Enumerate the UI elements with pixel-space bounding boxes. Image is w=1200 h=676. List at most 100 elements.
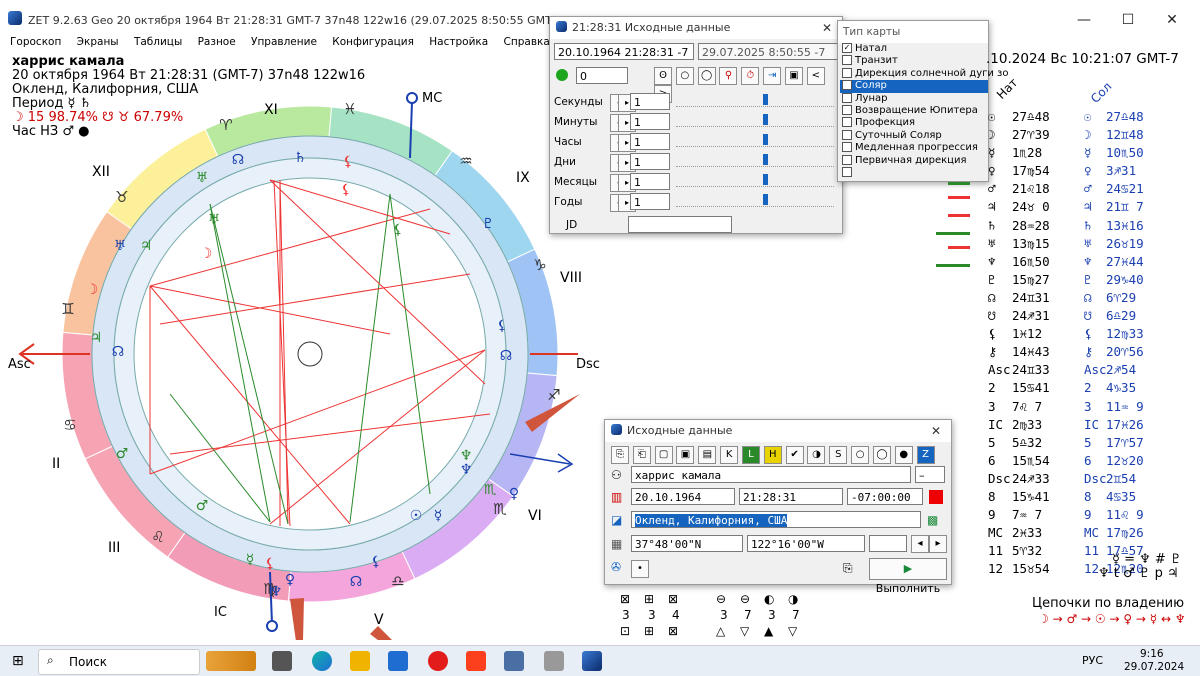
export-icon[interactable]: ⇥ bbox=[763, 67, 782, 85]
menu-config[interactable]: Конфигурация bbox=[332, 36, 414, 48]
save-icon[interactable]: ▣ bbox=[784, 67, 803, 85]
slider-thumb[interactable] bbox=[762, 174, 768, 185]
checkbox-icon[interactable] bbox=[842, 166, 852, 177]
checkbox-icon[interactable] bbox=[842, 104, 852, 115]
paste-icon[interactable]: ⎗ bbox=[632, 446, 651, 464]
longitude-field[interactable]: 122°16'00"W bbox=[747, 535, 865, 552]
save-icon[interactable]: ▣ bbox=[676, 446, 695, 464]
time-field[interactable]: 21:28:31 bbox=[739, 488, 843, 505]
chart-type-option[interactable]: ✓ Натал bbox=[840, 43, 988, 55]
step-slider[interactable] bbox=[676, 134, 834, 147]
date-field[interactable]: 20.10.1964 bbox=[631, 488, 735, 505]
yandex-browser-icon[interactable] bbox=[428, 651, 448, 671]
menu-help[interactable]: Справка bbox=[504, 36, 550, 48]
step-slider[interactable] bbox=[676, 114, 834, 127]
chart-type-option[interactable]: Суточный Соляр bbox=[840, 129, 988, 142]
app-icon[interactable] bbox=[544, 651, 564, 671]
checkbox-icon[interactable] bbox=[842, 142, 852, 153]
explorer-icon[interactable] bbox=[350, 651, 370, 671]
slider-thumb[interactable] bbox=[762, 134, 768, 145]
date2-field[interactable]: 29.07.2025 8:50:55 -7 bbox=[698, 43, 838, 60]
ring-icon[interactable]: ◯ bbox=[872, 446, 891, 464]
menu-horoscope[interactable]: Гороскоп bbox=[10, 36, 61, 48]
execute-button[interactable]: ▶ Выполнить bbox=[869, 558, 947, 595]
counter-field[interactable]: 0 bbox=[576, 67, 628, 84]
chart-type-option[interactable]: Возвращение Юпитера bbox=[840, 104, 988, 117]
copy-small-icon[interactable]: ⎘ bbox=[843, 561, 853, 576]
clock-date[interactable]: 29.07.2024 bbox=[1124, 661, 1184, 673]
menu-screens[interactable]: Экраны bbox=[77, 36, 119, 48]
step-value-field[interactable]: 1 bbox=[630, 133, 670, 150]
new-icon[interactable]: ▢ bbox=[654, 446, 673, 464]
start-icon[interactable]: ⊞ bbox=[12, 653, 24, 669]
step-value-field[interactable]: 1 bbox=[630, 113, 670, 130]
step-value-field[interactable]: 1 bbox=[630, 93, 670, 110]
checkbox-icon[interactable]: ✓ bbox=[842, 43, 852, 53]
point-icon[interactable]: • bbox=[631, 560, 649, 578]
circle-icon[interactable]: ◯ bbox=[697, 67, 716, 85]
chart-type-option[interactable]: Лунар bbox=[840, 92, 988, 105]
step-slider[interactable] bbox=[676, 174, 834, 187]
mail-icon[interactable] bbox=[388, 651, 408, 671]
slider-thumb[interactable] bbox=[762, 114, 768, 125]
slider-thumb[interactable] bbox=[762, 194, 768, 205]
checkbox-icon[interactable] bbox=[842, 67, 852, 78]
checkbox-icon[interactable] bbox=[842, 55, 852, 66]
checkbox-icon[interactable] bbox=[842, 129, 852, 140]
yandex-icon[interactable] bbox=[466, 651, 486, 671]
search-box[interactable]: ⌕ Поиск bbox=[38, 649, 200, 675]
radio-dot-icon[interactable]: ○ bbox=[675, 67, 694, 85]
prev-button[interactable]: < bbox=[806, 67, 825, 85]
chart-type-option[interactable]: ✓ Соляр bbox=[840, 80, 988, 93]
chart-type-option[interactable] bbox=[840, 166, 988, 179]
step-value-field[interactable]: 1 bbox=[630, 173, 670, 190]
jd-field[interactable] bbox=[628, 216, 732, 233]
calendar-icon[interactable]: ⚲ bbox=[719, 67, 738, 85]
step-value-field[interactable]: 1 bbox=[630, 193, 670, 210]
copy-icon[interactable]: ⎘ bbox=[611, 446, 629, 464]
check-icon[interactable]: ✔ bbox=[785, 446, 804, 464]
slider-thumb[interactable] bbox=[762, 94, 768, 105]
table-icon[interactable]: ▤ bbox=[698, 446, 717, 464]
close-panel-button[interactable]: ✕ bbox=[822, 17, 832, 39]
filled-icon[interactable]: ● bbox=[894, 446, 913, 464]
chart-type-option[interactable]: Транзит bbox=[840, 55, 988, 67]
minimize-button[interactable]: — bbox=[1062, 6, 1106, 34]
close-button[interactable]: ✕ bbox=[1150, 6, 1194, 34]
chart-type-option[interactable]: Профекция bbox=[840, 117, 988, 129]
close-input-panel-button[interactable]: ✕ bbox=[931, 420, 941, 442]
horoscope-wheel[interactable]: Asc Dsc MC IC XII XI IX VIII VI V III II… bbox=[0, 60, 620, 640]
l-icon[interactable]: L bbox=[741, 446, 760, 464]
tz-field[interactable]: -07:00:00 bbox=[847, 488, 923, 505]
step-slider[interactable] bbox=[676, 94, 834, 107]
checkbox-icon[interactable]: ✓ bbox=[842, 80, 852, 91]
clock-time[interactable]: 9:16 bbox=[1140, 648, 1164, 660]
date1-field[interactable]: 20.10.1964 21:28:31 -7 bbox=[554, 43, 694, 60]
h-icon[interactable]: H bbox=[763, 446, 782, 464]
decrement-button[interactable]: ◂ bbox=[911, 535, 929, 553]
chart-type-option[interactable]: Дирекция солнечной дуги зо bbox=[840, 67, 1009, 80]
map-icon[interactable]: ▩ bbox=[927, 513, 938, 527]
zet-app-icon[interactable] bbox=[582, 651, 602, 671]
z-icon[interactable]: Z bbox=[916, 446, 935, 464]
checkbox-icon[interactable] bbox=[842, 117, 852, 128]
slider-thumb[interactable] bbox=[762, 154, 768, 165]
chart-type-option[interactable]: Медленная прогрессия bbox=[840, 142, 988, 154]
s-icon[interactable]: S bbox=[829, 446, 848, 464]
menu-misc[interactable]: Разное bbox=[198, 36, 236, 48]
menu-tables[interactable]: Таблицы bbox=[134, 36, 182, 48]
altitude-field[interactable] bbox=[869, 535, 907, 552]
dst-indicator[interactable] bbox=[929, 490, 943, 504]
chart-type-option[interactable]: Первичная дирекция bbox=[840, 154, 988, 167]
dot-icon[interactable]: ○ bbox=[851, 446, 870, 464]
checkbox-icon[interactable] bbox=[842, 154, 852, 165]
checkbox-icon[interactable] bbox=[842, 92, 852, 103]
step-slider[interactable] bbox=[676, 194, 834, 207]
language-indicator[interactable]: РУС bbox=[1082, 654, 1103, 667]
clock-icon[interactable]: ⏱ bbox=[741, 67, 760, 85]
edge-icon[interactable] bbox=[312, 651, 332, 671]
place-field[interactable]: Окленд, Калифорния, США bbox=[631, 511, 921, 528]
latitude-field[interactable]: 37°48'00"N bbox=[631, 535, 743, 552]
menu-control[interactable]: Управление bbox=[251, 36, 317, 48]
increment-button[interactable]: ▸ bbox=[929, 535, 947, 553]
